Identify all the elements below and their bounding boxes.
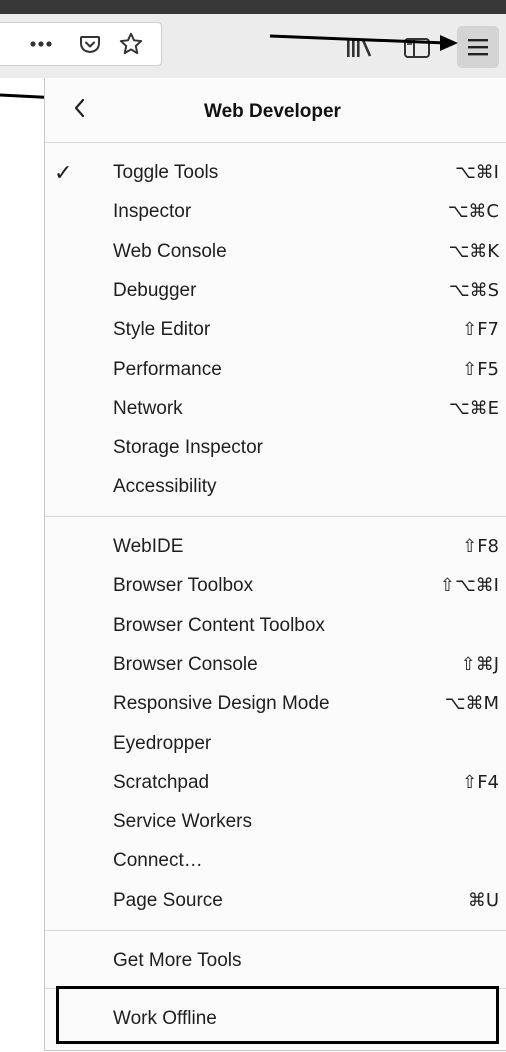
menu-item-shortcut: ⌥⌘K: [448, 240, 499, 262]
menu-item-style-editor[interactable]: Style Editor ⇧F7: [45, 311, 506, 349]
menu-item-label: Browser Console: [113, 653, 258, 675]
menu-item-browser-console[interactable]: Browser Console ⇧⌘J: [45, 646, 506, 684]
menu-item-storage-inspector[interactable]: Storage Inspector: [45, 429, 506, 467]
menu-item-web-console[interactable]: Web Console ⌥⌘K: [45, 233, 506, 271]
menu-item-label: Debugger: [113, 279, 197, 301]
menu-separator: [45, 516, 506, 517]
menu-item-shortcut: ⌥⌘S: [448, 279, 499, 301]
menu-item-shortcut: ⇧F4: [462, 771, 499, 793]
menu-item-label: WebIDE: [113, 536, 184, 557]
menu-item-shortcut: ⇧F7: [462, 319, 499, 341]
menu-item-label: Responsive Design Mode: [113, 693, 330, 715]
menu-item-accessibility[interactable]: Accessibility: [45, 468, 506, 506]
menu-item-browser-toolbox[interactable]: Browser Toolbox ⇧⌥⌘I: [45, 567, 506, 605]
menu-item-shortcut: ⌥⌘M: [444, 693, 499, 715]
menu-item-label: Style Editor: [113, 319, 211, 341]
panel-header: Web Developer: [45, 78, 506, 142]
menu-item-label: Connect…: [113, 850, 203, 872]
back-button[interactable]: [63, 90, 95, 130]
menu-item-browser-content-toolbox[interactable]: Browser Content Toolbox: [45, 607, 506, 645]
panel-title: Web Developer: [204, 101, 341, 122]
menu-separator: [45, 142, 506, 143]
menu-item-label: Get More Tools: [113, 950, 242, 971]
menu-item-label: Page Source: [113, 889, 223, 911]
menu-item-inspector[interactable]: Inspector ⌥⌘C: [45, 193, 506, 231]
menu-item-responsive-design-mode[interactable]: Responsive Design Mode ⌥⌘M: [45, 685, 506, 723]
menu-item-label: Service Workers: [113, 811, 253, 833]
menu-item-label: Storage Inspector: [113, 437, 263, 459]
menu-item-label: Inspector: [113, 201, 192, 223]
menu-item-label: Accessibility: [113, 476, 217, 498]
menu-item-shortcut: ⌥⌘C: [447, 201, 499, 223]
menu-item-label: Browser Content Toolbox: [113, 614, 325, 636]
menu-item-label: Performance: [113, 358, 222, 380]
menu-item-label: Scratchpad: [113, 771, 210, 793]
menu-item-scratchpad[interactable]: Scratchpad ⇧F4: [45, 764, 506, 802]
menu-item-label: Browser Toolbox: [113, 575, 254, 597]
checkmark-icon: ✓: [54, 160, 73, 185]
menu-item-network[interactable]: Network ⌥⌘E: [45, 390, 506, 428]
menu-item-toggle-tools[interactable]: ✓ Toggle Tools ⌥⌘I: [45, 154, 506, 192]
menu-separator: [45, 930, 506, 931]
menu-item-label: Eyedropper: [113, 732, 212, 754]
menu-item-shortcut: ⇧⌥⌘I: [439, 575, 499, 597]
chevron-left-icon: [72, 97, 86, 124]
menu-item-label: Network: [113, 397, 183, 419]
menu-item-shortcut: ⇧⌘J: [460, 653, 499, 675]
menu-item-label: Toggle Tools: [113, 162, 219, 183]
menu-item-label: Web Console: [113, 240, 227, 262]
menu-item-webide[interactable]: WebIDE ⇧F8: [45, 528, 506, 566]
menu-item-connect[interactable]: Connect…: [45, 842, 506, 880]
menu-item-shortcut: ⇧F8: [462, 536, 499, 557]
menu-item-eyedropper[interactable]: Eyedropper: [45, 725, 506, 763]
annotation-arrow-menu: [269, 34, 447, 45]
menu-item-get-more-tools[interactable]: Get More Tools: [45, 942, 506, 980]
annotation-arrowhead-menu: [440, 35, 458, 51]
menu-item-page-source[interactable]: Page Source ⌘U: [45, 882, 506, 920]
menu-item-debugger[interactable]: Debugger ⌥⌘S: [45, 272, 506, 310]
menu-item-shortcut: ⌥⌘E: [448, 397, 499, 419]
web-developer-panel: Web Developer ✓ Toggle Tools ⌥⌘I Inspector ⌥…: [44, 78, 506, 1051]
menu-item-service-workers[interactable]: Service Workers: [45, 803, 506, 841]
annotation-highlight-box: [56, 986, 499, 1044]
menu-item-performance[interactable]: Performance ⇧F5: [45, 351, 506, 389]
menu-item-shortcut: ⌘U: [467, 889, 499, 911]
menu-item-shortcut: ⇧F5: [462, 358, 499, 380]
menu-item-shortcut: ⌥⌘I: [454, 162, 499, 183]
